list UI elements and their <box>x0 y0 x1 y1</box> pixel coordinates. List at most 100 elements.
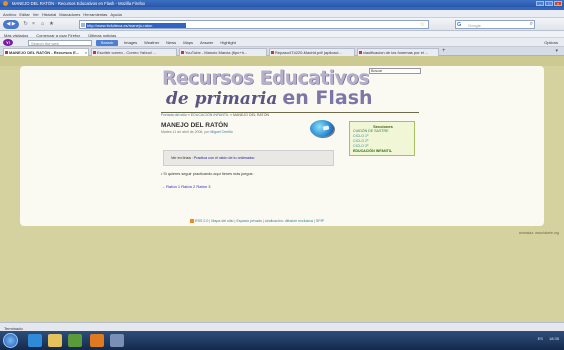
close-icon[interactable]: × <box>554 1 562 6</box>
section-cajon-sastre[interactable]: CUIDÓN DE SASTRE <box>353 129 389 133</box>
home-icon[interactable]: ⌂ <box>39 21 46 28</box>
section-ciclo-2[interactable]: CICLO 2º <box>353 139 368 143</box>
practice-link[interactable]: Practica con el ratón de tu ordenador. <box>194 156 256 160</box>
yahoo-search-button[interactable]: Search <box>96 39 118 46</box>
footer-sitemap[interactable]: Mapa del sitio <box>211 219 233 223</box>
tab-close-icon[interactable]: × <box>85 49 87 56</box>
bookmark-page-icon[interactable]: ★ <box>48 21 55 28</box>
status-bar: Terminado <box>0 322 564 331</box>
window-title: MANEJO DEL RATÓN - Recursos Educativos e… <box>12 1 146 6</box>
ie-icon[interactable] <box>28 334 42 347</box>
toolbar-weather[interactable]: Weather <box>144 40 159 45</box>
window-titlebar: MANEJO DEL RATÓN - Recursos Educativos e… <box>0 0 564 7</box>
section-ciclo-1[interactable]: CICLO 1º <box>353 134 368 138</box>
yahoo-search-input[interactable]: Search the web <box>28 39 92 46</box>
footer-private[interactable]: Espacio privado <box>236 219 262 223</box>
new-tab-icon[interactable]: + <box>442 48 446 54</box>
toolbar-news[interactable]: News <box>166 40 176 45</box>
breadcrumb: Portada del sitio » EDUCACIÓN INFANTIL »… <box>161 113 269 117</box>
mouse-globe-icon <box>310 120 334 137</box>
tab-manejo-raton[interactable]: MANEJO DEL RATÓN - Recursos E... × <box>3 48 89 56</box>
address-bar[interactable]: http://www.ticfulteca.es/manejo-raton ☆ <box>79 20 429 29</box>
toolbar-maps[interactable]: Maps <box>183 40 193 45</box>
minimize-icon[interactable]: – <box>536 1 544 6</box>
game-link-raton-2[interactable]: Ratón 2 <box>181 184 195 189</box>
menu-historial[interactable]: Historial <box>42 12 56 17</box>
back-forward-button[interactable]: ◀ ▶ <box>3 20 19 29</box>
search-box[interactable]: G Google ⌕ <box>455 20 535 29</box>
tab-favicon <box>93 51 96 54</box>
bookmark-latest-news[interactable]: Últimas noticias <box>88 33 116 38</box>
search-placeholder: Google <box>468 23 481 28</box>
menu-archivo[interactable]: Archivo <box>3 12 16 17</box>
post-author[interactable]: Miguel Cerrillo <box>210 130 232 134</box>
menu-ayuda[interactable]: Ayuda <box>110 12 121 17</box>
footer-rss[interactable]: RSS 2.0 <box>195 219 208 223</box>
system-tray: ES 18:35 <box>538 336 559 341</box>
tab-fonemas[interactable]: clasificacion de los fonemas por el ... <box>357 48 439 56</box>
start-button[interactable] <box>3 333 18 348</box>
tab-favicon <box>5 51 8 54</box>
toolbar-highlight[interactable]: Highlight <box>220 40 236 45</box>
toolbar-answer[interactable]: Answer <box>200 40 213 45</box>
star-icon[interactable]: ☆ <box>420 21 425 28</box>
tab-yahoo-mail[interactable]: Escribir correo - Correo Yahoo! ... <box>91 48 177 56</box>
right-note[interactable]: amankaz: www.tabele.org <box>519 231 559 235</box>
stop-icon[interactable]: × <box>30 21 37 28</box>
media-icon[interactable] <box>68 334 82 347</box>
app-taskbar-icon[interactable] <box>110 334 124 347</box>
site-subtitle-flash: en Flash <box>282 87 373 109</box>
menu-editar[interactable]: Editar <box>19 12 29 17</box>
menu-ver[interactable]: Ver <box>33 12 39 17</box>
post-date: Martes 11 de abril de 2006, por <box>161 130 211 134</box>
menu-bar: Archivo Editar Ver Historial Marcadores … <box>0 10 564 18</box>
tab-list-icon[interactable]: ▾ <box>555 48 558 54</box>
language-indicator[interactable]: ES <box>538 336 543 341</box>
bookmark-most-visited[interactable]: Más visitados <box>4 33 28 38</box>
clock[interactable]: 18:35 <box>549 336 559 341</box>
toolbar-images[interactable]: Images <box>124 40 137 45</box>
folder-icon[interactable] <box>48 334 62 347</box>
taskbar: ES 18:35 <box>0 331 564 350</box>
breadcrumb-current: MANEJO DEL RATÓN <box>233 113 270 117</box>
tab-favicon <box>271 51 274 54</box>
section-educacion-infantil[interactable]: EDUCACIÓN INFANTIL <box>353 149 392 153</box>
site-subtitle-script: de primaria <box>166 89 278 109</box>
page-top-stripe <box>0 56 564 66</box>
url-text[interactable]: http://www.ticfulteca.es/manejo-raton <box>86 22 186 28</box>
tab-label: clasificacion de los fonemas por el ... <box>363 50 429 55</box>
game-link-raton-1[interactable]: Ratón 1 <box>166 184 180 189</box>
post-meta: Martes 11 de abril de 2006, por Miguel C… <box>161 130 233 134</box>
site-title[interactable]: Recursos Educativos <box>162 68 369 89</box>
firefox-taskbar-icon[interactable] <box>90 334 104 347</box>
breadcrumb-home[interactable]: Portada del sitio <box>161 113 187 117</box>
toolbar-options[interactable]: Options <box>544 40 558 45</box>
maximize-icon[interactable]: □ <box>545 1 553 6</box>
search-icon[interactable]: ⌕ <box>530 21 533 28</box>
footer-spip[interactable]: SPIP <box>316 219 324 223</box>
sections-box: Secciones CUIDÓN DE SASTRE CICLO 1º CICL… <box>349 121 415 156</box>
bookmarks-bar: Más visitados Comenzar a usar Firefox Úl… <box>0 31 564 38</box>
yahoo-logo-icon[interactable]: Y! <box>3 39 13 46</box>
online-box: Ver en línea : Practica con el ratón de … <box>163 150 334 166</box>
menu-marcadores[interactable]: Marcadores <box>59 12 80 17</box>
tab-pdf[interactable]: Repaso4T4220-Madrid.pdf (aplicaci... <box>269 48 355 56</box>
sections-title: Secciones <box>373 123 393 129</box>
bookmark-getting-started[interactable]: Comenzar a usar Firefox <box>36 33 80 38</box>
tab-label: Escribir correo - Correo Yahoo! ... <box>97 50 157 55</box>
yahoo-toolbar: Y! Search the web Search Images Weather … <box>0 38 564 47</box>
menu-herramientas[interactable]: Herramientas <box>83 12 107 17</box>
footer-syndication[interactable]: sindicación: difusión exclusiva <box>265 219 313 223</box>
site-subtitle[interactable]: de primaria en Flash <box>166 87 373 109</box>
reload-icon[interactable]: ↻ <box>22 21 29 28</box>
status-text: Terminado <box>4 325 23 331</box>
game-link-raton-3[interactable]: Ratón 3 <box>196 184 210 189</box>
breadcrumb-section[interactable]: EDUCACIÓN INFANTIL <box>191 113 229 117</box>
tab-youtube[interactable]: YouTube - Manolo Marcia (tipo+h... <box>179 48 267 56</box>
practice-label: Si quieres seguir practicando aquí tiene… <box>163 172 254 176</box>
practice-text: • Si quieres seguir practicando aquí tie… <box>161 172 254 176</box>
site-search-input[interactable]: Buscar <box>369 68 421 74</box>
section-ciclo-3[interactable]: CICLO 3º <box>353 144 368 148</box>
footer-separator: | <box>263 219 264 223</box>
tab-favicon <box>181 51 184 54</box>
